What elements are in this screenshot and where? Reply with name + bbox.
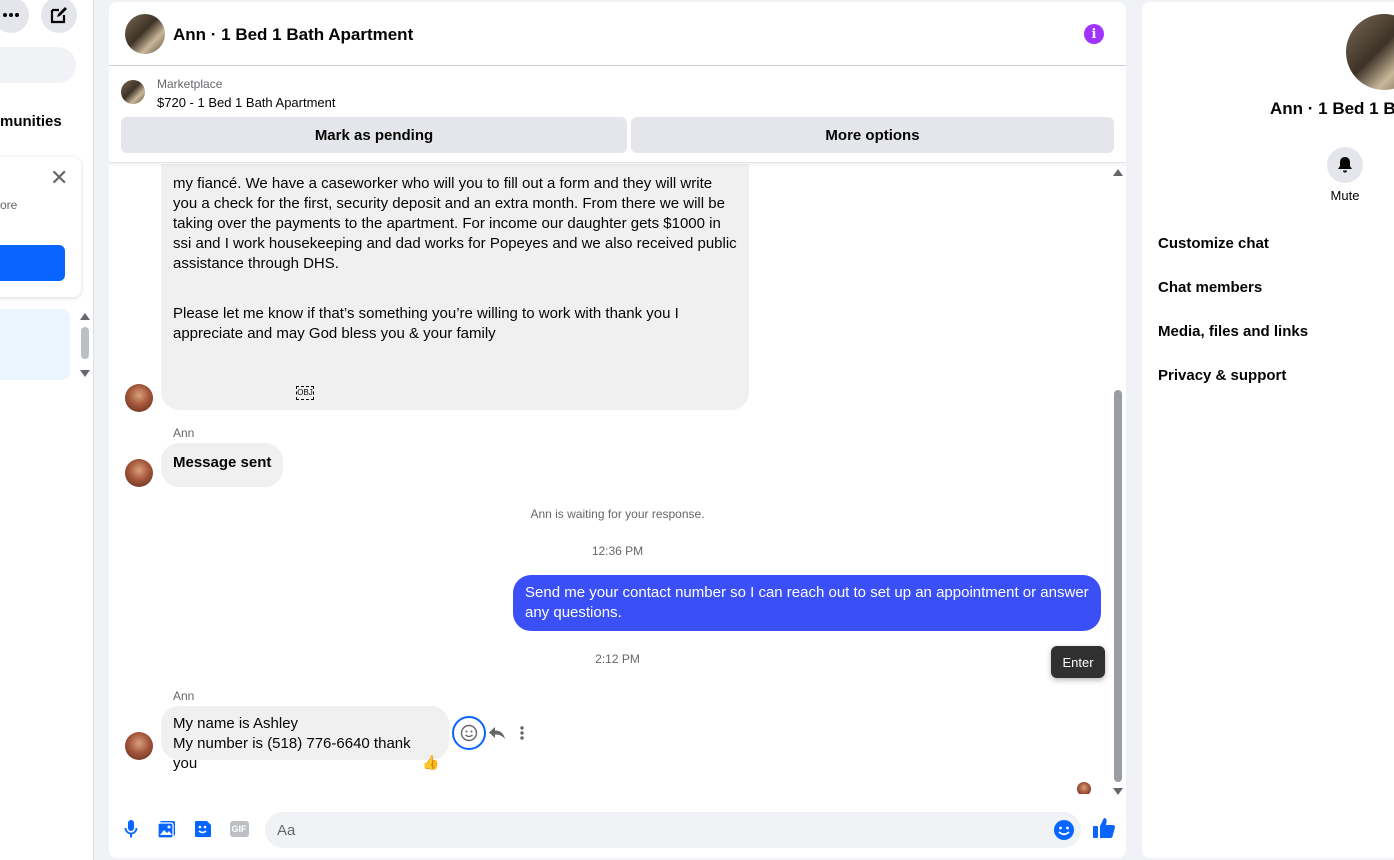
scroll-up-icon[interactable] bbox=[1113, 169, 1123, 176]
conversation-sidebar: munities ✕ ore bbox=[0, 0, 94, 860]
card-text: ore bbox=[0, 198, 18, 212]
thumbs-up-icon bbox=[1093, 818, 1115, 838]
new-message-button[interactable] bbox=[41, 0, 77, 33]
like-button[interactable] bbox=[1092, 816, 1116, 840]
gif-button[interactable]: GIF bbox=[228, 818, 250, 840]
message-thread: my fiancé. We have a caseworker who will… bbox=[109, 164, 1126, 794]
vertical-dots-icon bbox=[520, 726, 524, 740]
object-placeholder: OBJ bbox=[296, 386, 314, 400]
more-options-button[interactable] bbox=[0, 0, 29, 33]
message-input-placeholder: Aa bbox=[277, 822, 296, 839]
react-button[interactable] bbox=[452, 716, 486, 750]
privacy-support-item[interactable]: Privacy & support bbox=[1158, 367, 1286, 384]
mute-label: Mute bbox=[1330, 188, 1360, 203]
message-text: Please let me know if that’s something y… bbox=[173, 305, 679, 342]
scrollbar-thumb[interactable] bbox=[1114, 390, 1122, 782]
chat-window: Ann · 1 Bed 1 Bath Apartment i Marketpla… bbox=[109, 2, 1126, 858]
emoji-button[interactable] bbox=[1053, 819, 1075, 841]
enter-tooltip: Enter bbox=[1051, 646, 1105, 678]
smiley-icon bbox=[460, 724, 478, 742]
bell-icon bbox=[1338, 157, 1352, 173]
outgoing-message[interactable]: Send me your contact number so I can rea… bbox=[513, 575, 1101, 631]
message-composer: GIF Aa bbox=[109, 808, 1126, 854]
message-text: my fiancé. We have a caseworker who will… bbox=[173, 175, 737, 272]
microphone-icon bbox=[124, 820, 138, 838]
chat-details-panel: Ann · 1 Bed 1 Bath Mute Customize chat C… bbox=[1142, 2, 1394, 858]
seen-avatar bbox=[1077, 782, 1091, 794]
search-chats-input[interactable] bbox=[0, 47, 76, 83]
sender-name: Ann bbox=[173, 426, 195, 440]
message-line: My name is Ashley bbox=[173, 715, 299, 732]
card-action-button[interactable] bbox=[0, 245, 65, 281]
media-files-links-item[interactable]: Media, files and links bbox=[1158, 323, 1308, 340]
selected-conversation-item[interactable] bbox=[0, 309, 70, 380]
incoming-reply[interactable]: My name is Ashley My number is (518) 776… bbox=[161, 706, 449, 772]
waiting-status: Ann is waiting for your response. bbox=[530, 507, 705, 521]
message-line: My number is (518) 776-6640 thank you bbox=[173, 735, 411, 772]
customize-chat-item[interactable]: Customize chat bbox=[1158, 235, 1269, 252]
chat-title[interactable]: Ann · 1 Bed 1 Bath Apartment bbox=[173, 25, 413, 45]
sidebar-scrollbar-thumb[interactable] bbox=[81, 327, 89, 359]
timestamp: 12:36 PM bbox=[591, 544, 644, 558]
reply-button[interactable] bbox=[488, 725, 508, 743]
attach-photo-button[interactable] bbox=[156, 818, 178, 840]
profile-avatar[interactable] bbox=[1346, 14, 1394, 90]
message-sent-bubble[interactable]: Message sent bbox=[161, 443, 284, 487]
marketplace-banner: Marketplace $720 - 1 Bed 1 Bath Apartmen… bbox=[109, 67, 1126, 163]
ann-avatar[interactable] bbox=[125, 384, 153, 412]
listing-title[interactable]: $720 - 1 Bed 1 Bath Apartment bbox=[157, 95, 336, 110]
gif-icon: GIF bbox=[229, 821, 249, 837]
listing-thumbnail[interactable] bbox=[121, 80, 145, 104]
scroll-up-icon[interactable] bbox=[80, 313, 90, 320]
scroll-down-icon[interactable] bbox=[1113, 788, 1123, 795]
compose-icon bbox=[50, 7, 67, 24]
profile-name: Ann · 1 Bed 1 Bath bbox=[1270, 99, 1394, 118]
photo-icon bbox=[157, 821, 175, 839]
incoming-message-long[interactable]: my fiancé. We have a caseworker who will… bbox=[161, 164, 749, 410]
timestamp: 2:12 PM bbox=[595, 652, 640, 666]
sender-name: Ann bbox=[173, 689, 195, 703]
close-icon[interactable]: ✕ bbox=[50, 167, 68, 189]
marketplace-label: Marketplace bbox=[157, 77, 223, 91]
chat-avatar[interactable] bbox=[125, 14, 165, 54]
thread-scrollbar[interactable] bbox=[1112, 164, 1124, 798]
more-icon bbox=[3, 13, 19, 17]
ann-avatar[interactable] bbox=[125, 732, 153, 760]
thumbs-up-reaction[interactable]: 👍 bbox=[422, 754, 439, 771]
ann-avatar[interactable] bbox=[125, 459, 153, 487]
message-more-button[interactable] bbox=[519, 725, 531, 743]
scroll-down-icon[interactable] bbox=[80, 370, 90, 377]
more-options-button[interactable]: More options bbox=[631, 117, 1114, 153]
mark-as-pending-button[interactable]: Mark as pending bbox=[121, 117, 627, 153]
emoji-icon bbox=[1054, 820, 1074, 840]
mute-button[interactable] bbox=[1327, 147, 1363, 183]
chat-header: Ann · 1 Bed 1 Bath Apartment i bbox=[109, 2, 1126, 66]
sticker-button[interactable] bbox=[192, 818, 214, 840]
message-input[interactable]: Aa bbox=[265, 812, 1081, 848]
chat-members-item[interactable]: Chat members bbox=[1158, 279, 1262, 296]
reply-icon bbox=[489, 727, 505, 739]
notification-card: ✕ ore bbox=[0, 157, 81, 297]
info-icon[interactable]: i bbox=[1084, 24, 1104, 44]
communities-label[interactable]: munities bbox=[0, 113, 62, 130]
voice-clip-button[interactable] bbox=[120, 818, 142, 840]
sticker-icon bbox=[195, 821, 211, 837]
